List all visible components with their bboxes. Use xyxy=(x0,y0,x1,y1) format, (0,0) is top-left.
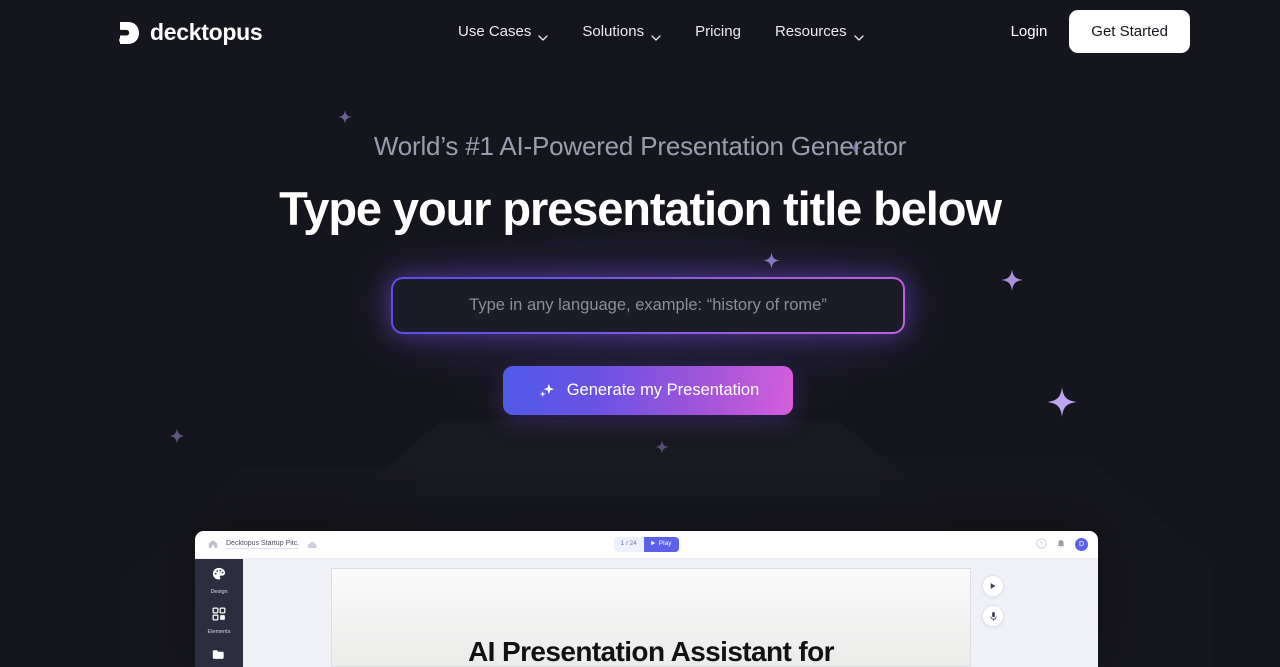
chevron-down-icon xyxy=(651,28,661,41)
microphone-icon[interactable] xyxy=(982,605,1004,627)
presentation-title-input[interactable] xyxy=(393,279,903,332)
nav-item-pricing[interactable]: Pricing xyxy=(695,23,741,40)
chevron-down-icon xyxy=(538,28,549,41)
grid-elements-icon xyxy=(212,607,226,626)
sparkle-icon xyxy=(1047,387,1077,417)
logo[interactable]: decktopus xyxy=(118,19,263,46)
nav-item-resources[interactable]: Resources xyxy=(774,22,864,41)
get-started-button[interactable]: Get Started xyxy=(1069,9,1190,53)
deck-name-field[interactable]: Decktopus Startup Pitc. xyxy=(226,540,300,549)
sparkle-icon xyxy=(1001,269,1023,291)
input-inner xyxy=(393,279,903,332)
home-icon[interactable] xyxy=(208,536,218,554)
sparkle-icon xyxy=(169,428,185,444)
palette-icon xyxy=(212,567,226,586)
main-navigation: Use Cases Solutions Pricing Resources xyxy=(458,0,864,62)
page-title: Type your presentation title below xyxy=(279,182,1002,235)
nav-item-use-cases[interactable]: Use Cases xyxy=(458,22,549,41)
nav-label: Pricing xyxy=(695,22,741,40)
sidebar-item-design[interactable]: Design xyxy=(210,567,228,595)
nav-label: Resources xyxy=(774,22,847,40)
landing-page: decktopus Use Cases Solutions Pricing Re… xyxy=(0,0,1280,667)
avatar[interactable]: D xyxy=(1075,538,1088,551)
decktopus-d-logo-icon xyxy=(118,21,140,45)
svg-text:?: ? xyxy=(1040,540,1044,547)
hero-eyebrow: World’s #1 AI-Powered Presentation Gener… xyxy=(373,131,907,161)
app-toolbar-right: ? D xyxy=(1036,536,1088,554)
slide-canvas[interactable]: AI Presentation Assistant for xyxy=(331,568,971,667)
sidebar-label: Design xyxy=(210,589,228,595)
presentation-title-input-wrapper xyxy=(391,277,905,334)
play-button-label: Play xyxy=(658,540,672,548)
media-icon xyxy=(212,647,226,665)
sidebar-item-media[interactable] xyxy=(212,647,226,665)
sidebar-item-elements[interactable]: Elements xyxy=(207,607,231,635)
generate-button-label: Generate my Presentation xyxy=(566,381,760,399)
nav-label: Use Cases xyxy=(458,22,532,40)
app-workspace: Design Elements AI Presentation Assistan… xyxy=(195,559,1098,667)
generate-presentation-button[interactable]: Generate my Presentation xyxy=(503,366,793,415)
app-preview: Decktopus Startup Pitc. 1 / 24 Play ? D … xyxy=(195,531,1098,667)
cloud-save-icon xyxy=(307,536,318,554)
sparkle-icon xyxy=(338,110,352,124)
app-toolbar-center: 1 / 24 Play xyxy=(613,536,680,553)
sparkle-icon xyxy=(763,252,780,269)
nav-label: Solutions xyxy=(582,22,645,40)
play-triangle-icon[interactable] xyxy=(982,575,1004,597)
slide-title-text: AI Presentation Assistant for xyxy=(468,636,834,667)
auth-actions: Login Get Started xyxy=(1011,0,1190,62)
logo-text: decktopus xyxy=(150,19,263,45)
slide-float-actions xyxy=(982,575,1004,627)
play-presentation-button[interactable]: Play xyxy=(643,536,680,553)
nav-item-solutions[interactable]: Solutions xyxy=(582,22,661,41)
app-sidebar: Design Elements xyxy=(195,559,243,667)
bell-icon[interactable] xyxy=(1056,536,1066,554)
slide-counter: 1 / 24 xyxy=(613,537,644,552)
sparkles-icon xyxy=(537,381,556,400)
sidebar-label: Elements xyxy=(207,629,231,635)
site-header: decktopus Use Cases Solutions Pricing Re… xyxy=(0,0,1280,62)
play-icon xyxy=(650,540,656,549)
login-link[interactable]: Login xyxy=(1011,23,1048,40)
app-toolbar-left: Decktopus Startup Pitc. xyxy=(208,536,318,554)
chevron-down-icon xyxy=(853,28,864,41)
app-toolbar: Decktopus Startup Pitc. 1 / 24 Play ? D xyxy=(195,531,1098,559)
help-circle-icon[interactable]: ? xyxy=(1036,536,1047,554)
